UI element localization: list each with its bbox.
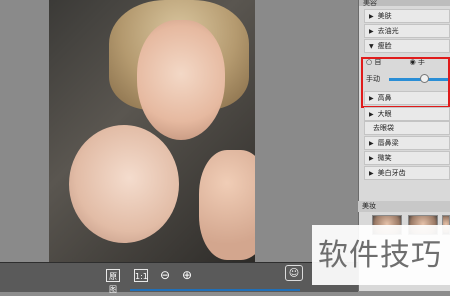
makeup-section-header[interactable]: 美妆 [358, 201, 450, 212]
expand-arrow-icon: ▶ [369, 170, 374, 177]
expand-arrow-icon: ▶ [369, 140, 374, 147]
panel-item-label: 去油光 [377, 27, 399, 35]
expand-arrow-icon: ▶ [369, 28, 374, 35]
collapse-arrow-icon: ▼ [369, 43, 374, 50]
panel-item-label: 美肤 [377, 12, 392, 20]
fit-screen-button[interactable]: 原图 [106, 269, 120, 294]
panel-item-eye-bags[interactable]: 去眼袋 [364, 121, 450, 135]
panel-item-label: 唇鼻梁 [377, 139, 399, 147]
panel-item-beauty-skin[interactable]: ▶ 美肤 [364, 9, 450, 23]
panel-item-nose-bridge[interactable]: ▶ 唇鼻梁 [364, 136, 450, 150]
highlight-box [361, 57, 450, 108]
photo-preview[interactable] [49, 0, 255, 262]
actual-size-button[interactable]: 1:1 [134, 269, 148, 282]
expand-arrow-icon: ▶ [369, 111, 374, 118]
panel-item-smile[interactable]: ▶ 微笑 [364, 151, 450, 165]
panel-item-label: 美白牙齿 [377, 169, 406, 177]
expand-arrow-icon: ▶ [369, 13, 374, 20]
panel-item-whiten-teeth[interactable]: ▶ 美白牙齿 [364, 166, 450, 180]
panel-item-oil[interactable]: ▶ 去油光 [364, 24, 450, 38]
photo-baby-face [69, 125, 179, 243]
panel-header: 美容 [359, 0, 450, 7]
panel-item-label: 大眼 [377, 110, 392, 118]
photo-arm [199, 150, 255, 260]
panel-item-label: 瘦脸 [377, 42, 392, 50]
zoom-in-icon[interactable]: ⊕ [182, 268, 192, 282]
zoom-out-icon[interactable]: ⊖ [160, 268, 170, 282]
bottom-toolbar: 原图 1:1 ⊖ ⊕ [0, 262, 358, 294]
photo-mother-face [137, 20, 225, 140]
panel-item-big-eyes[interactable]: ▶ 大眼 [364, 107, 450, 121]
panel-item-label: 微笑 [377, 154, 392, 162]
watermark-text: 软件技巧 [318, 238, 442, 273]
canvas-area [0, 0, 358, 262]
expand-arrow-icon: ▶ [369, 155, 374, 162]
smile-icon[interactable]: ☺ [285, 265, 303, 281]
panel-item-label: 去眼袋 [373, 124, 394, 132]
panel-item-slim-face[interactable]: ▼ 瘦脸 [364, 39, 450, 53]
